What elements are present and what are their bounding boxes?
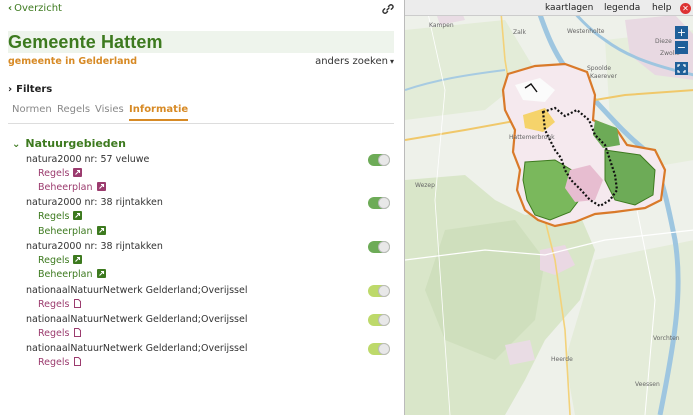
rules-link[interactable]: Regels xyxy=(38,328,82,339)
link-label: Beheerplan xyxy=(38,269,93,280)
rules-link[interactable]: Regels xyxy=(38,299,82,310)
map-label-vorchten: Vorchten xyxy=(653,335,680,342)
link-label: Regels xyxy=(38,328,70,339)
link-label: Regels xyxy=(38,299,70,310)
chevron-right-icon: › xyxy=(8,84,13,95)
external-link-icon xyxy=(73,168,83,177)
external-link-icon xyxy=(73,211,83,220)
close-icon[interactable]: ✕ xyxy=(680,3,691,14)
external-link-icon xyxy=(96,269,106,278)
toggle-knob xyxy=(378,285,390,297)
toggle-knob xyxy=(378,343,390,355)
link-label: Beheerplan xyxy=(38,182,93,193)
layer-toggle[interactable] xyxy=(368,154,390,166)
map-label-heerde: Heerde xyxy=(551,356,573,363)
document-icon xyxy=(74,357,82,366)
fullscreen-icon xyxy=(677,64,686,73)
toggle-knob xyxy=(378,197,390,209)
link-icon[interactable] xyxy=(382,3,394,15)
zoom-in-button[interactable]: + xyxy=(675,26,688,39)
layer-toggle[interactable] xyxy=(368,197,390,209)
link-label: Regels xyxy=(38,211,70,222)
map-label-spoolde: Spoolde xyxy=(587,65,612,72)
link-label: Regels xyxy=(38,168,70,179)
layer-toggle[interactable] xyxy=(368,285,390,297)
tab-normen[interactable]: Normen xyxy=(12,104,52,115)
map-label-zalk: Zalk xyxy=(513,29,526,36)
tab-bar: Normen Regels Visies Informatie xyxy=(8,102,394,124)
layer-toggle[interactable] xyxy=(368,314,390,326)
chevron-down-icon: ⌄ xyxy=(12,139,21,150)
tab-regels[interactable]: Regels xyxy=(57,104,90,115)
map-label-kaerever: Kaerever xyxy=(590,73,617,80)
list-item: nationaalNatuurNetwerk Gelderland;Overij… xyxy=(26,343,248,354)
document-icon xyxy=(74,299,82,308)
map-label-kampen: Kampen xyxy=(429,22,454,29)
map-label-dieze: Dieze xyxy=(655,38,672,45)
link-label: Beheerplan xyxy=(38,226,93,237)
tab-visies[interactable]: Visies xyxy=(95,104,124,115)
document-icon xyxy=(74,328,82,337)
top-bar: ‹ Overzicht xyxy=(8,3,394,17)
external-link-icon xyxy=(96,182,106,191)
toggle-knob xyxy=(378,241,390,253)
filters-toggle[interactable]: › Filters xyxy=(8,84,52,95)
section-natuurgebieden[interactable]: ⌄ Natuurgebieden xyxy=(12,137,126,150)
toggle-knob xyxy=(378,314,390,326)
external-link-icon xyxy=(73,255,83,264)
list-item: nationaalNatuurNetwerk Gelderland;Overij… xyxy=(26,314,248,325)
list-item: natura2000 nr: 57 veluwe xyxy=(26,154,150,165)
back-label: Overzicht xyxy=(14,3,62,14)
map-canvas[interactable] xyxy=(405,0,693,415)
rules-link[interactable]: Regels xyxy=(38,357,82,368)
rules-link[interactable]: Regels xyxy=(38,168,83,179)
map-view[interactable]: Wezep Hattemerbroek Zwolle Westenholte S… xyxy=(404,0,693,415)
search-other-dropdown[interactable]: anders zoeken ▾ xyxy=(315,56,394,67)
chevron-left-icon: ‹ xyxy=(8,3,13,14)
layer-toggle[interactable] xyxy=(368,241,390,253)
management-plan-link[interactable]: Beheerplan xyxy=(38,226,106,237)
map-label-wezep: Wezep xyxy=(415,182,435,189)
back-overview-link[interactable]: ‹ Overzicht xyxy=(8,3,62,14)
list-item: natura2000 nr: 38 rijntakken xyxy=(26,197,163,208)
fullscreen-button[interactable] xyxy=(675,62,688,75)
map-menu-bar: kaartlagen legenda help ✕ xyxy=(405,0,693,16)
link-label: Regels xyxy=(38,255,70,266)
rules-link[interactable]: Regels xyxy=(38,211,83,222)
map-help-button[interactable]: help xyxy=(652,3,671,13)
chevron-down-icon: ▾ xyxy=(389,57,394,66)
filters-label: Filters xyxy=(16,84,53,95)
search-other-label: anders zoeken xyxy=(315,56,388,67)
layer-toggle[interactable] xyxy=(368,343,390,355)
title-bar: Gemeente Hattem xyxy=(8,31,394,53)
section-title: Natuurgebieden xyxy=(25,137,126,150)
management-plan-link[interactable]: Beheerplan xyxy=(38,182,106,193)
list-item: natura2000 nr: 38 rijntakken xyxy=(26,241,163,252)
map-label-hattemerbroek: Hattemerbroek xyxy=(509,134,555,141)
map-label-veessen: Veessen xyxy=(635,381,660,388)
info-panel: ‹ Overzicht Gemeente Hattem gemeente in G… xyxy=(0,0,404,415)
page-title: Gemeente Hattem xyxy=(8,32,163,52)
rules-link[interactable]: Regels xyxy=(38,255,83,266)
management-plan-link[interactable]: Beheerplan xyxy=(38,269,106,280)
zoom-out-button[interactable]: − xyxy=(675,41,688,54)
tab-informatie[interactable]: Informatie xyxy=(129,104,189,121)
map-layers-button[interactable]: kaartlagen xyxy=(545,3,593,13)
page-subtitle: gemeente in Gelderland xyxy=(8,56,138,67)
link-label: Regels xyxy=(38,357,70,368)
external-link-icon xyxy=(96,226,106,235)
map-legend-button[interactable]: legenda xyxy=(604,3,640,13)
toggle-knob xyxy=(378,154,390,166)
list-item: nationaalNatuurNetwerk Gelderland;Overij… xyxy=(26,285,248,296)
map-label-westenholte: Westenholte xyxy=(567,28,605,35)
